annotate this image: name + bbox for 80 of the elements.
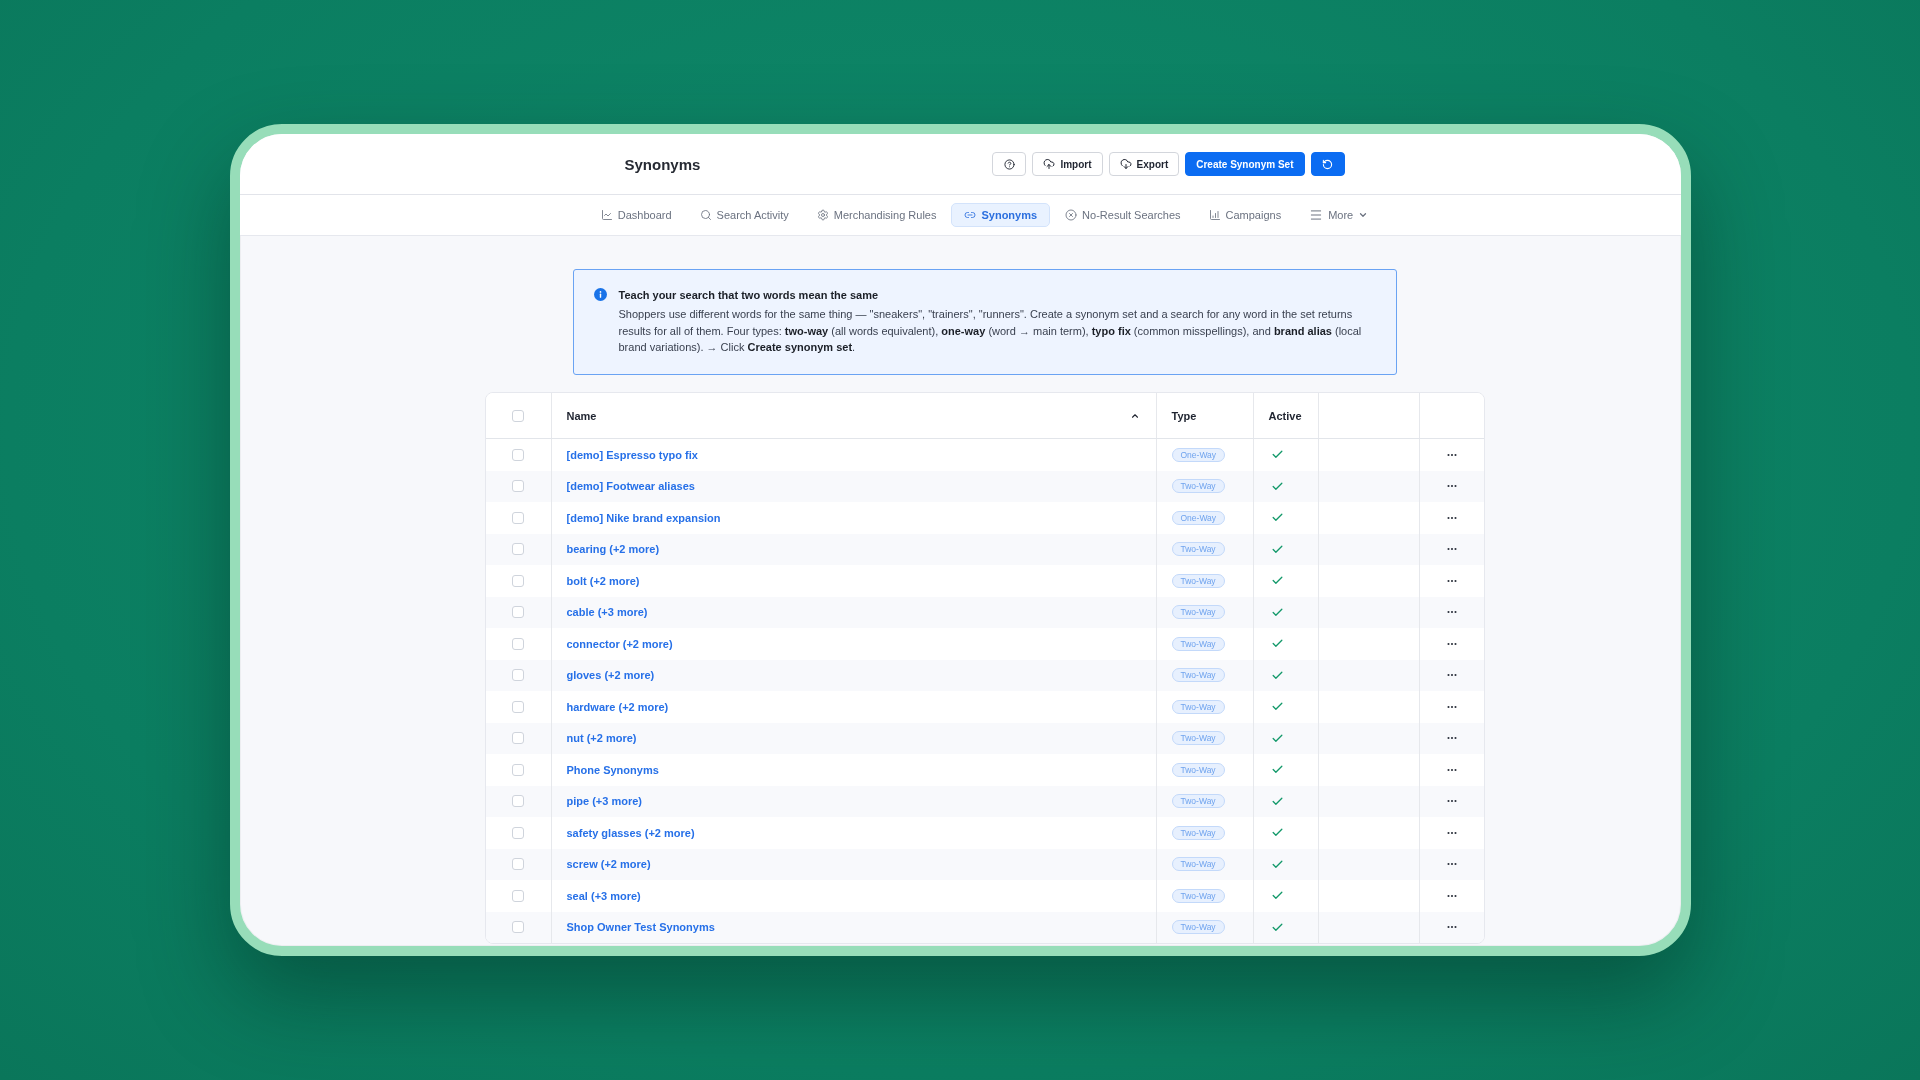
chevron-down-icon: [1358, 210, 1369, 220]
row-checkbox[interactable]: [512, 543, 524, 556]
synonym-set-link[interactable]: bolt (+2 more): [566, 574, 640, 587]
type-badge: One-Way: [1171, 447, 1226, 462]
row-checkbox[interactable]: [512, 511, 524, 524]
row-checkbox[interactable]: [512, 669, 524, 682]
nav-tab[interactable]: Campaigns: [1195, 203, 1295, 227]
cloud-download-icon: [1119, 158, 1132, 170]
refresh-icon: [1322, 158, 1333, 170]
row-checkbox[interactable]: [512, 763, 524, 776]
type-badge: Two-Way: [1171, 636, 1225, 651]
row-checkbox[interactable]: [512, 826, 524, 839]
type-badge: Two-Way: [1171, 668, 1225, 683]
row-checkbox[interactable]: [512, 700, 524, 713]
nav-tab[interactable]: Dashboard: [587, 203, 685, 227]
column-header[interactable]: Name: [566, 393, 1156, 438]
type-badge: Two-Way: [1171, 794, 1225, 809]
help-button[interactable]: [992, 152, 1027, 176]
synonym-set-link[interactable]: hardware (+2 more): [566, 700, 669, 713]
type-badge: Two-Way: [1171, 762, 1225, 777]
row-checkbox[interactable]: [512, 448, 524, 461]
type-badge: Two-Way: [1171, 605, 1225, 620]
synonym-set-link[interactable]: nut (+2 more): [566, 732, 637, 745]
synonym-set-link[interactable]: pipe (+3 more): [566, 795, 642, 808]
info-text: Shoppers use different words for the same thing — "sneakers", "trainers", "runners". Create a synonym set and a search for any word in the set returns results for all of them. Four types: two-way (all words equivalent), one-way (word → main term), typo fix (common misspellings), and brand alias (local brand variations). → Click Create synonym set.: [618, 307, 1363, 355]
row-checkbox[interactable]: [512, 889, 524, 902]
row-checkbox[interactable]: [512, 732, 524, 745]
cloud-upload-icon: [1043, 158, 1056, 170]
link-icon: [964, 209, 977, 221]
toolbar-button[interactable]: Import: [1032, 152, 1103, 176]
type-badge: Two-Way: [1171, 542, 1225, 557]
search-icon: [699, 209, 712, 221]
synonym-set-link[interactable]: [demo] Nike brand expansion: [566, 511, 721, 524]
nav-tab[interactable]: Merchandising Rules: [803, 203, 950, 227]
menu-icon: [1309, 208, 1324, 222]
create-button[interactable]: Create Synonym Set: [1185, 152, 1305, 176]
synonym-set-link[interactable]: bearing (+2 more): [566, 543, 660, 556]
synonym-set-link[interactable]: Phone Synonyms: [566, 763, 659, 776]
synonym-set-link[interactable]: screw (+2 more): [566, 858, 651, 871]
nav-tab[interactable]: Synonyms: [951, 203, 1051, 227]
type-badge: Two-Way: [1171, 699, 1225, 714]
type-badge: Two-Way: [1171, 825, 1225, 840]
nav-tab[interactable]: No-Result Searches: [1052, 203, 1194, 227]
refresh-button[interactable]: [1310, 152, 1345, 176]
synonym-set-link[interactable]: Shop Owner Test Synonyms: [566, 921, 715, 934]
synonym-set-link[interactable]: gloves (+2 more): [566, 669, 655, 682]
page-title: Synonyms: [624, 155, 701, 173]
row-checkbox[interactable]: [512, 606, 524, 619]
toolbar-button[interactable]: Export: [1108, 152, 1180, 176]
row-checkbox[interactable]: [512, 480, 524, 493]
column-header: Active: [1268, 409, 1302, 422]
row-checkbox[interactable]: [512, 858, 524, 871]
type-badge: Two-Way: [1171, 479, 1225, 494]
type-badge: Two-Way: [1171, 920, 1225, 935]
gear-icon: [816, 209, 829, 221]
synonym-set-link[interactable]: [demo] Espresso typo fix: [566, 448, 698, 461]
synonym-set-link[interactable]: [demo] Footwear aliases: [566, 480, 695, 493]
info-title: Teach your search that two words mean the same: [618, 288, 880, 303]
type-badge: Two-Way: [1171, 857, 1225, 872]
type-badge: Two-Way: [1171, 888, 1225, 903]
row-checkbox[interactable]: [512, 795, 524, 808]
line-chart-icon: [600, 209, 613, 221]
row-checkbox[interactable]: [512, 921, 524, 934]
row-checkbox[interactable]: [512, 637, 524, 650]
type-badge: Two-Way: [1171, 731, 1225, 746]
synonym-set-link[interactable]: cable (+3 more): [566, 606, 648, 619]
nav-tab[interactable]: Search Activity: [686, 203, 802, 227]
select-all-checkbox[interactable]: [512, 409, 524, 422]
column-header: Type: [1171, 409, 1197, 422]
type-badge: Two-Way: [1171, 573, 1225, 588]
info-icon: [593, 288, 607, 301]
help-icon: [1003, 158, 1015, 170]
row-checkbox[interactable]: [512, 574, 524, 587]
synonym-set-link[interactable]: safety glasses (+2 more): [566, 826, 695, 839]
synonym-set-link[interactable]: connector (+2 more): [566, 637, 673, 650]
circle-x-icon: [1065, 209, 1078, 221]
type-badge: One-Way: [1171, 510, 1226, 525]
bar-chart-icon: [1208, 209, 1221, 221]
nav-tab[interactable]: More: [1296, 203, 1382, 227]
synonym-set-link[interactable]: seal (+3 more): [566, 889, 641, 902]
